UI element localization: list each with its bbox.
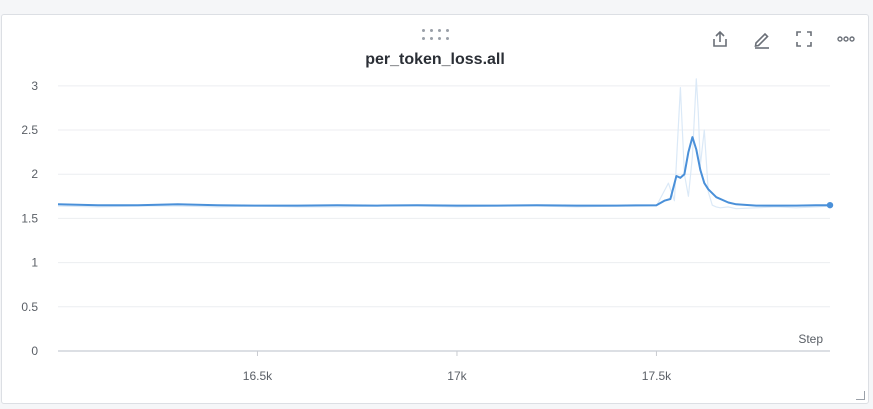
x-tick-label: 17k — [447, 369, 467, 383]
y-tick-label: 2.5 — [21, 123, 38, 137]
raw-series-line — [57, 78, 831, 210]
y-tick-label: 1.5 — [21, 211, 38, 225]
resize-handle-icon[interactable] — [856, 391, 865, 400]
y-tick-label: 3 — [31, 79, 38, 93]
y-tick-label: 1 — [31, 256, 38, 270]
line-chart[interactable]: 0 0.5 1 1.5 2 2.5 3 16.5k 17k 17.5k Step — [2, 15, 868, 403]
y-tick-label: 0 — [31, 344, 38, 358]
y-tick-label: 0.5 — [21, 300, 38, 314]
smoothed-series-line — [57, 136, 830, 207]
series-endpoint-marker — [826, 201, 834, 209]
chart-panel: per_token_loss.all 0 0.5 1 1.5 2 2.5 3 16.5k 17k — [1, 14, 869, 404]
y-tick-label: 2 — [31, 167, 38, 181]
x-tick-label: 16.5k — [243, 369, 273, 383]
x-axis-title: Step — [798, 332, 823, 346]
x-tick-label: 17.5k — [642, 369, 672, 383]
